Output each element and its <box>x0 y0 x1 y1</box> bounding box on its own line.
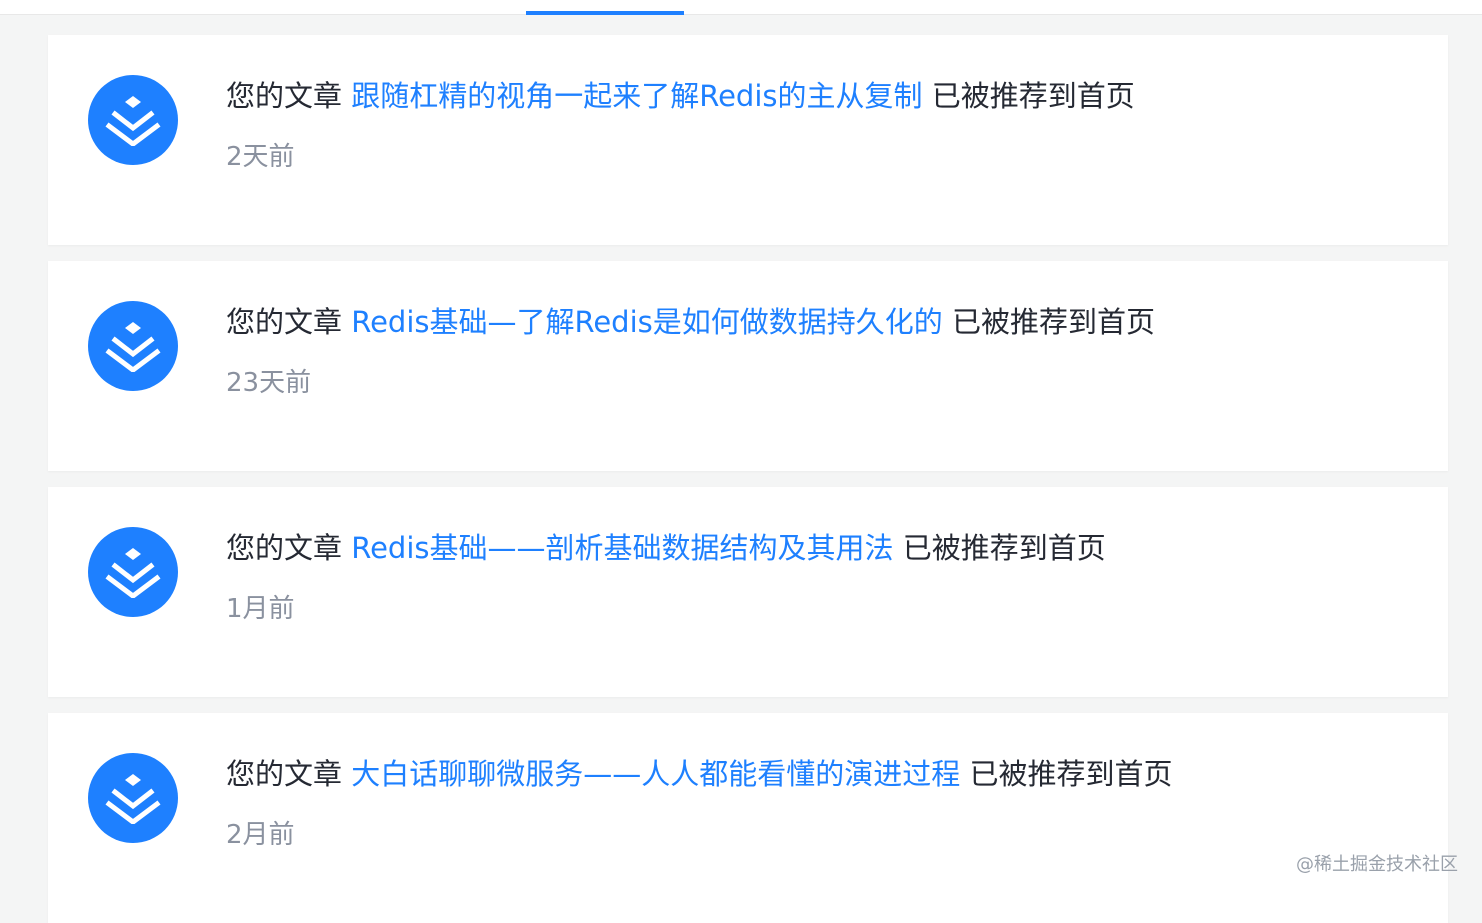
juejin-logo-icon[interactable] <box>88 753 178 843</box>
watermark-text: @稀土掘金技术社区 <box>1296 854 1458 875</box>
message-suffix: 已被推荐到首页 <box>951 305 1155 339</box>
active-tab-indicator <box>526 11 684 15</box>
message-prefix: 您的文章 <box>226 531 343 565</box>
article-title-link[interactable]: 跟随杠精的视角一起来了解Redis的主从复制 <box>351 79 922 113</box>
notification-time: 1月前 <box>226 594 295 624</box>
notification-time: 2天前 <box>226 142 295 172</box>
message-suffix: 已被推荐到首页 <box>902 531 1106 565</box>
notification-time: 23天前 <box>226 368 312 398</box>
article-title-link[interactable]: Redis基础—了解Redis是如何做数据持久化的 <box>351 305 943 339</box>
notification-message: 您的文章 Redis基础——剖析基础数据结构及其用法 已被推荐到首页 <box>226 527 1106 569</box>
notification-card: 您的文章 Redis基础——剖析基础数据结构及其用法 已被推荐到首页 1月前 <box>48 487 1448 697</box>
message-prefix: 您的文章 <box>226 757 343 791</box>
notification-message: 您的文章 Redis基础—了解Redis是如何做数据持久化的 已被推荐到首页 <box>226 301 1155 343</box>
top-tab-bar <box>0 0 1482 15</box>
notification-message: 您的文章 跟随杠精的视角一起来了解Redis的主从复制 已被推荐到首页 <box>226 75 1135 117</box>
message-prefix: 您的文章 <box>226 79 343 113</box>
message-suffix: 已被推荐到首页 <box>969 757 1173 791</box>
article-title-link[interactable]: Redis基础——剖析基础数据结构及其用法 <box>351 531 893 565</box>
juejin-logo-icon[interactable] <box>88 301 178 391</box>
juejin-logo-icon[interactable] <box>88 75 178 165</box>
message-suffix: 已被推荐到首页 <box>931 79 1135 113</box>
notification-time: 2月前 <box>226 820 295 850</box>
notification-card: 您的文章 大白话聊聊微服务——人人都能看懂的演进过程 已被推荐到首页 2月前 <box>48 713 1448 923</box>
notification-card: 您的文章 跟随杠精的视角一起来了解Redis的主从复制 已被推荐到首页 2天前 <box>48 35 1448 245</box>
notification-card: 您的文章 Redis基础—了解Redis是如何做数据持久化的 已被推荐到首页 2… <box>48 261 1448 471</box>
juejin-logo-icon[interactable] <box>88 527 178 617</box>
article-title-link[interactable]: 大白话聊聊微服务——人人都能看懂的演进过程 <box>351 757 960 791</box>
message-prefix: 您的文章 <box>226 305 343 339</box>
notification-message: 您的文章 大白话聊聊微服务——人人都能看懂的演进过程 已被推荐到首页 <box>226 753 1172 795</box>
